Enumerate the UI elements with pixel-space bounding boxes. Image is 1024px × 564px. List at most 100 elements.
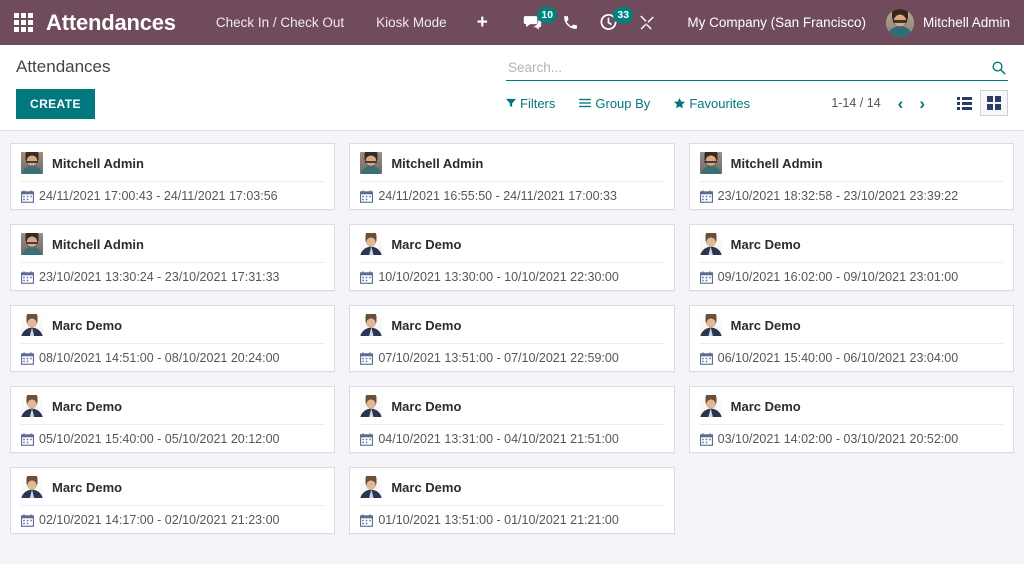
kanban-card[interactable]: Marc Demo 10/10/2021 13:30:00 - 10/10/202… [349,224,675,291]
grid-apps-icon [13,13,33,32]
employee-name: Marc Demo [391,317,462,333]
attendance-dates: 09/10/2021 16:02:00 - 09/10/2021 23:01:0… [717,270,959,284]
attendance-dates: 08/10/2021 14:51:00 - 08/10/2021 20:24:0… [39,351,280,365]
kanban-card-body: 23/10/2021 13:30:24 - 23/10/2021 17:31:3… [21,263,324,284]
kanban-card[interactable]: Mitchell Admin 23/10/2021 18:32:58 - 23/1… [688,143,1014,210]
kanban-card[interactable]: Mitchell Admin 24/11/2021 16:55:50 - 24/1… [349,143,675,210]
kanban-card-header: Marc Demo [360,233,664,263]
kanban-card[interactable]: Marc Demo 07/10/2021 13:51:00 - 07/10/202… [349,305,675,372]
employee-avatar [21,233,43,255]
group-by-dropdown[interactable]: Group By [579,93,660,114]
voip-phone-button[interactable] [552,0,589,45]
filters-dropdown[interactable]: Filters [506,93,565,114]
pager: 1-14 / 14 ‹ › [823,90,1008,116]
attendance-dates: 23/10/2021 13:30:24 - 23/10/2021 17:31:3… [39,270,280,284]
favourites-dropdown[interactable]: Favourites [674,93,760,114]
messaging-menu-button[interactable]: 10 [513,0,558,45]
nav-menu-kiosk-mode[interactable]: Kiosk Mode [360,0,463,45]
employee-avatar [699,314,722,336]
kanban-card-body: 06/10/2021 15:40:00 - 06/10/2021 23:04:0… [699,344,1003,365]
nav-menu-check-in-check-out[interactable]: Check In / Check Out [200,0,360,45]
employee-name: Marc Demo [730,317,801,333]
kanban-card[interactable]: Marc Demo 05/10/2021 15:40:00 - 05/10/202… [10,386,336,453]
list-view-icon [956,96,972,110]
employee-avatar [21,476,43,498]
employee-name: Mitchell Admin [391,155,484,171]
attendance-dates: 24/11/2021 17:00:43 - 24/11/2021 17:03:5… [39,189,278,203]
view-switcher [950,90,1008,116]
nav-new-attendance-button[interactable]: + [463,0,502,45]
search-view[interactable] [506,58,1008,81]
kanban-view: Mitchell Admin 24/11/2021 17:00:43 - 24/1… [0,131,1024,564]
employee-avatar [699,233,722,255]
employee-avatar [21,395,43,417]
employee-avatar [21,152,43,174]
attendance-dates: 06/10/2021 15:40:00 - 06/10/2021 23:04:0… [717,351,959,365]
top-navbar: Attendances Check In / Check Out Kiosk M… [0,0,1024,45]
kanban-card[interactable]: Marc Demo 02/10/2021 14:17:00 - 02/10/202… [10,467,336,534]
developer-tools-button[interactable] [628,0,665,45]
create-button[interactable]: CREATE [16,89,95,119]
apps-menu-button[interactable] [6,0,40,45]
employee-name: Marc Demo [52,317,123,333]
kanban-card-header: Marc Demo [360,314,664,344]
kanban-card[interactable]: Marc Demo 04/10/2021 13:31:00 - 04/10/202… [349,386,675,453]
control-panel-left: Attendances CREATE [16,57,496,119]
employee-avatar [360,314,383,336]
activity-menu-button[interactable]: 33 [589,0,634,45]
attendance-dates: 04/10/2021 13:31:00 - 04/10/2021 21:51:0… [378,432,619,446]
kanban-view-icon [987,96,1001,110]
company-switcher[interactable]: My Company (San Francisco) [665,15,880,30]
kanban-card-header: Marc Demo [21,476,325,506]
control-panel-right: Filters Group By Favourites [496,57,1008,116]
kanban-card[interactable]: Mitchell Admin 23/10/2021 13:30:24 - 23/1… [10,224,336,291]
calendar-icon [699,189,713,203]
kanban-card-grid: Mitchell Admin 24/11/2021 17:00:43 - 24/1… [10,143,1014,547]
kanban-card-header: Marc Demo [699,395,1003,425]
kanban-card[interactable]: Marc Demo 03/10/2021 14:02:00 - 03/10/202… [688,386,1014,453]
kanban-card-body: 02/10/2021 14:17:00 - 02/10/2021 21:23:0… [21,506,324,527]
kanban-card[interactable]: Marc Demo 01/10/2021 13:51:00 - 01/10/202… [349,467,675,534]
pager-counter[interactable]: 1-14 / 14 [823,96,888,110]
group-by-icon [579,98,592,108]
breadcrumb: Attendances [16,57,111,76]
employee-avatar [699,152,722,174]
kanban-card[interactable]: Mitchell Admin 24/11/2021 17:00:43 - 24/1… [10,143,336,210]
kanban-card-body: 04/10/2021 13:31:00 - 04/10/2021 21:51:0… [360,425,663,446]
kanban-card[interactable]: Marc Demo 08/10/2021 14:51:00 - 08/10/202… [10,305,336,372]
kanban-view-button[interactable] [980,90,1008,116]
employee-avatar [21,314,43,336]
kanban-card-header: Marc Demo [699,314,1003,344]
search-input[interactable] [508,60,985,75]
employee-name: Mitchell Admin [730,155,823,171]
kanban-card[interactable]: Marc Demo 06/10/2021 15:40:00 - 06/10/202… [688,305,1014,372]
attendance-dates: 01/10/2021 13:51:00 - 01/10/2021 21:21:0… [378,513,619,527]
employee-name: Mitchell Admin [52,155,144,171]
employee-name: Marc Demo [52,479,123,495]
attendance-dates: 05/10/2021 15:40:00 - 05/10/2021 20:12:0… [39,432,280,446]
kanban-card-body: 24/11/2021 17:00:43 - 24/11/2021 17:03:5… [21,182,324,203]
calendar-icon [360,513,374,527]
phone-icon [564,16,578,29]
employee-avatar [699,395,722,417]
calendar-icon [360,189,374,203]
employee-name: Marc Demo [391,236,462,252]
kanban-card-body: 01/10/2021 13:51:00 - 01/10/2021 21:21:0… [360,506,663,527]
search-options-row: Filters Group By Favourites 1-14 / 14 ‹ … [506,90,1008,116]
calendar-icon [21,351,34,365]
list-view-button[interactable] [950,90,978,116]
kanban-card-header: Mitchell Admin [21,233,325,263]
kanban-card-header: Marc Demo [21,314,325,344]
developer-tools-icon [640,15,655,30]
pager-next-button[interactable]: › [912,95,932,112]
kanban-card-header: Marc Demo [699,233,1003,263]
employee-avatar [360,395,383,417]
kanban-card-header: Mitchell Admin [699,152,1003,182]
pager-previous-button[interactable]: ‹ [891,95,911,112]
user-menu-button[interactable]: Mitchell Admin [880,8,1014,37]
kanban-card[interactable]: Marc Demo 09/10/2021 16:02:00 - 09/10/202… [688,224,1014,291]
employee-name: Marc Demo [391,398,462,414]
search-icon[interactable] [985,60,1006,75]
kanban-card-header: Mitchell Admin [360,152,664,182]
app-brand-title[interactable]: Attendances [46,10,176,36]
